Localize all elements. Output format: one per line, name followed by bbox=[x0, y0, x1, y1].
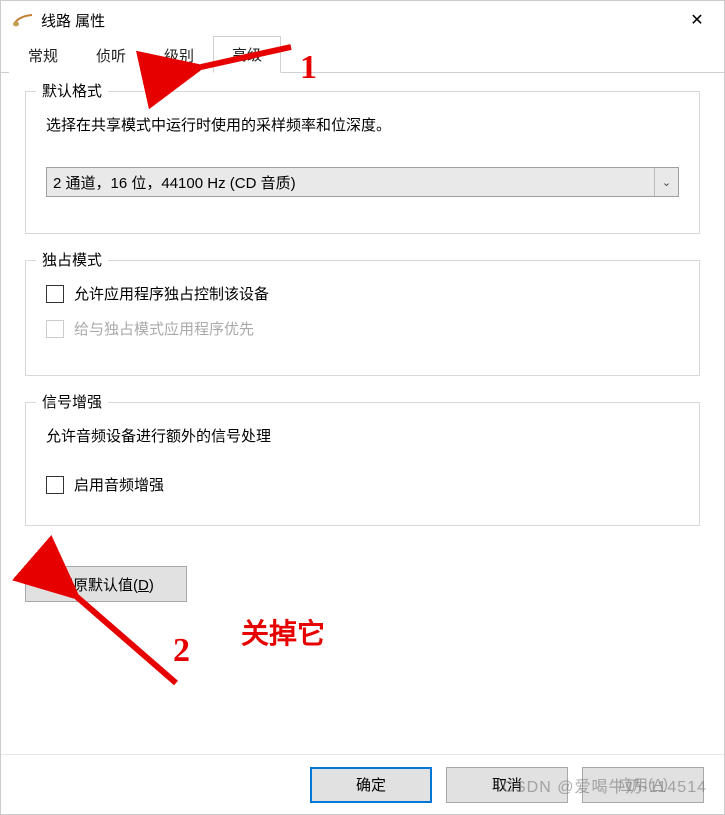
app-icon bbox=[13, 12, 33, 28]
exclusive-priority-checkbox bbox=[46, 320, 64, 338]
exclusive-allow-checkbox[interactable] bbox=[46, 285, 64, 303]
restore-defaults-key: D bbox=[138, 577, 149, 594]
sample-format-value: 2 通道，16 位，44100 Hz (CD 音质) bbox=[53, 172, 296, 193]
ok-button[interactable]: 确定 bbox=[310, 767, 432, 803]
annotation-text: 关掉它 bbox=[241, 617, 325, 650]
group-title-default-format: 默认格式 bbox=[36, 80, 108, 101]
chevron-down-icon: ⌄ bbox=[654, 168, 678, 196]
apply-button[interactable]: 应用(A) bbox=[582, 767, 704, 803]
exclusive-allow-row: 允许应用程序独占控制该设备 bbox=[46, 283, 679, 304]
exclusive-allow-label: 允许应用程序独占控制该设备 bbox=[74, 283, 269, 304]
sample-format-dropdown[interactable]: 2 通道，16 位，44100 Hz (CD 音质) ⌄ bbox=[46, 167, 679, 197]
ok-label: 确定 bbox=[356, 774, 386, 795]
exclusive-priority-label: 给与独占模式应用程序优先 bbox=[74, 318, 254, 339]
tab-advanced[interactable]: 高级 bbox=[213, 36, 281, 73]
close-icon: ✕ bbox=[690, 10, 703, 30]
restore-defaults-button[interactable]: 还原默认值(D) bbox=[25, 566, 187, 602]
cancel-label: 取消 bbox=[492, 774, 522, 795]
annotation-num-2: 2 bbox=[173, 632, 190, 669]
close-button[interactable]: ✕ bbox=[674, 4, 720, 36]
restore-defaults-label: 还原默认值 bbox=[58, 577, 133, 594]
tab-levels[interactable]: 级别 bbox=[145, 37, 213, 73]
cancel-button[interactable]: 取消 bbox=[446, 767, 568, 803]
group-default-format: 默认格式 选择在共享模式中运行时使用的采样频率和位深度。 2 通道，16 位，4… bbox=[25, 91, 700, 234]
group-exclusive-mode: 独占模式 允许应用程序独占控制该设备 给与独占模式应用程序优先 bbox=[25, 260, 700, 376]
group-title-signal: 信号增强 bbox=[36, 391, 108, 412]
apply-key: A bbox=[653, 776, 663, 793]
tab-content: 默认格式 选择在共享模式中运行时使用的采样频率和位深度。 2 通道，16 位，4… bbox=[1, 73, 724, 754]
exclusive-priority-row: 给与独占模式应用程序优先 bbox=[46, 318, 679, 339]
dialog-footer: 确定 取消 应用(A) bbox=[1, 754, 724, 814]
enable-enhance-label: 启用音频增强 bbox=[74, 474, 164, 495]
titlebar: 线路 属性 ✕ bbox=[1, 1, 724, 39]
apply-label: 应用 bbox=[618, 774, 648, 795]
tab-listen[interactable]: 侦听 bbox=[77, 37, 145, 73]
tab-general[interactable]: 常规 bbox=[9, 37, 77, 73]
enable-enhance-row: 启用音频增强 bbox=[46, 474, 679, 495]
group-title-exclusive: 独占模式 bbox=[36, 249, 108, 270]
default-format-desc: 选择在共享模式中运行时使用的采样频率和位深度。 bbox=[46, 114, 679, 135]
window-title: 线路 属性 bbox=[41, 10, 105, 31]
signal-desc: 允许音频设备进行额外的信号处理 bbox=[46, 425, 679, 446]
enable-enhance-checkbox[interactable] bbox=[46, 476, 64, 494]
tabstrip: 常规 侦听 级别 高级 bbox=[1, 39, 724, 73]
properties-dialog: 线路 属性 ✕ 常规 侦听 级别 高级 默认格式 选择在共享模式中运行时使用的采… bbox=[0, 0, 725, 815]
group-signal-enhance: 信号增强 允许音频设备进行额外的信号处理 启用音频增强 bbox=[25, 402, 700, 526]
